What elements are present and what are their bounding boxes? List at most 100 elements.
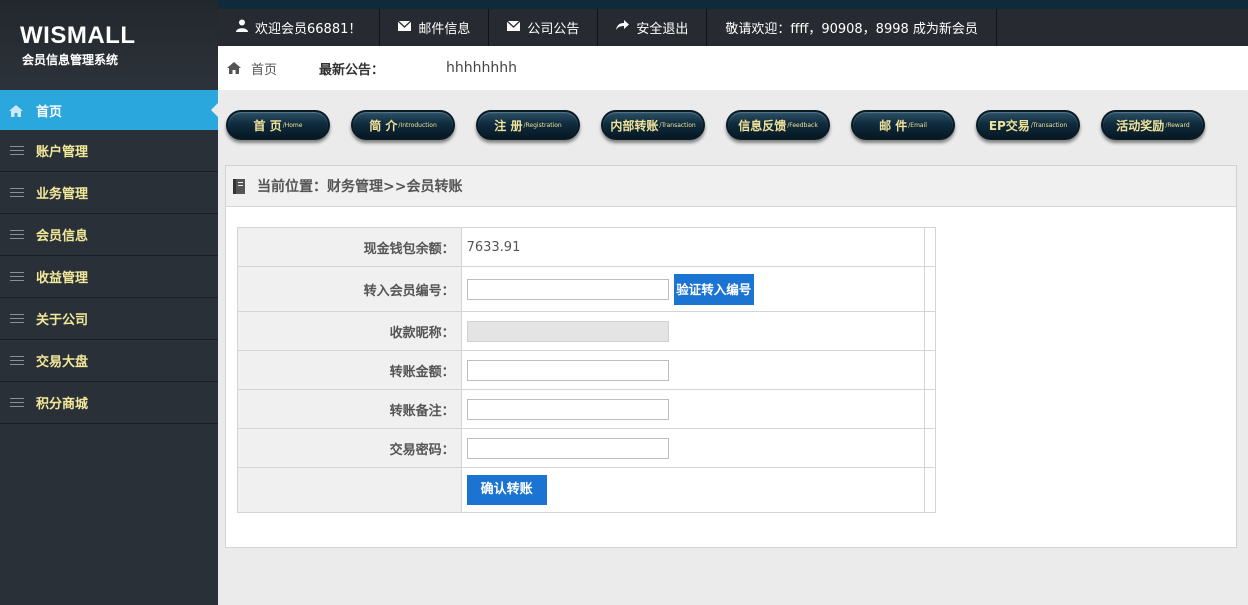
nav-button-label: 活动奖励: [1116, 118, 1165, 133]
sidebar: WISMALL 会员信息管理系统 首页 账户管理 业务管理 会员信息 收益管理 …: [0, 0, 218, 605]
sidebar-item-points-mall[interactable]: 积分商城: [0, 382, 218, 424]
sidebar-item-business[interactable]: 业务管理: [0, 172, 218, 214]
nav-register-button[interactable]: 注 册/Registration: [476, 110, 580, 140]
envelope-icon: [506, 20, 521, 35]
nav-button-label: 简 介: [369, 118, 398, 133]
nav-button-label: EP交易: [988, 118, 1030, 133]
envelope-icon: [397, 20, 412, 35]
sidebar-item-label: 交易大盘: [36, 355, 89, 370]
sidebar-item-market[interactable]: 交易大盘: [0, 340, 218, 382]
transfer-panel: 当前位置：财务管理>>会员转账 现金钱包余额： 7633.91 转入会员编号： …: [225, 165, 1237, 548]
logo-title: WISMALL: [20, 22, 136, 49]
form-row-submit: 确认转账: [237, 467, 936, 513]
nav-ep-trade-button[interactable]: EP交易/Transaction: [976, 110, 1080, 140]
mail-label: 邮件信息: [418, 22, 471, 37]
logout-label: 安全退出: [636, 22, 689, 37]
amount-input[interactable]: [466, 359, 669, 381]
balance-label: 现金钱包余额：: [237, 227, 462, 267]
nav-feedback-button[interactable]: 信息反馈/Feedback: [726, 110, 830, 140]
form-row-target: 转入会员编号： 验证转入编号: [237, 266, 936, 312]
menu-lines-icon: [8, 145, 26, 157]
balance-value: 7633.91: [460, 227, 926, 267]
nav-transfer-button[interactable]: 内部转账/Transaction: [601, 110, 705, 140]
panel-header: 当前位置：财务管理>>会员转账: [226, 166, 1236, 207]
welcome-text: 欢迎会员66881！: [255, 22, 362, 37]
logo: WISMALL 会员信息管理系统: [0, 0, 218, 90]
sidebar-menu: 首页 账户管理 业务管理 会员信息 收益管理 关于公司 交易大盘 积分商城: [0, 90, 218, 424]
nav-button-sub: /Introduction: [398, 121, 437, 129]
menu-lines-icon: [8, 313, 26, 325]
home-icon: [8, 104, 26, 117]
target-member-input[interactable]: [466, 278, 669, 300]
logout-link[interactable]: 安全退出: [598, 9, 708, 46]
new-members-text: 敬请欢迎：ffff，90908，8998 成为新会员: [707, 9, 997, 46]
notice-label: 公司公告: [527, 22, 580, 37]
menu-lines-icon: [8, 187, 26, 199]
logo-subtitle: 会员信息管理系统: [22, 53, 119, 67]
nickname-label: 收款昵称：: [237, 311, 462, 351]
target-member-label: 转入会员编号：: [237, 266, 462, 312]
welcome-member-link[interactable]: 欢迎会员66881！: [218, 9, 381, 46]
trade-password-input[interactable]: [466, 437, 669, 459]
sidebar-item-earnings[interactable]: 收益管理: [0, 256, 218, 298]
nav-button-label: 注 册: [494, 118, 523, 133]
form-row-amount: 转账金额：: [237, 350, 936, 390]
nav-button-label: 信息反馈: [738, 118, 787, 133]
nav-button-label: 内部转账: [610, 118, 659, 133]
sidebar-item-home[interactable]: 首页: [0, 90, 218, 130]
transfer-form: 现金钱包余额： 7633.91 转入会员编号： 验证转入编号 收款昵称： 转账金…: [237, 227, 936, 513]
sidebar-item-label: 账户管理: [36, 145, 89, 160]
trade-password-label: 交易密码：: [237, 428, 462, 468]
menu-lines-icon: [8, 271, 26, 283]
sidebar-item-member-info[interactable]: 会员信息: [0, 214, 218, 256]
sidebar-item-label: 关于公司: [36, 313, 89, 328]
quick-nav: 首 页/Home 简 介/Introduction 注 册/Registrati…: [226, 110, 1226, 140]
nav-button-label: 首 页: [253, 118, 282, 133]
remark-input[interactable]: [466, 398, 669, 420]
menu-lines-icon: [8, 397, 26, 409]
book-icon: [233, 178, 245, 194]
amount-label: 转账金额：: [237, 350, 462, 390]
menu-lines-icon: [8, 355, 26, 367]
form-row-balance: 现金钱包余额： 7633.91: [237, 227, 936, 267]
nav-reward-button[interactable]: 活动奖励/Reward: [1101, 110, 1205, 140]
nav-button-sub: /Reward: [1165, 121, 1190, 129]
form-row-remark: 转账备注：: [237, 389, 936, 429]
nav-email-button[interactable]: 邮 件/Email: [851, 110, 955, 140]
nav-button-sub: /Home: [282, 121, 303, 129]
breadcrumb-home-label: 首页: [251, 62, 278, 78]
verify-member-button[interactable]: 验证转入编号: [673, 273, 754, 305]
form-row-password: 交易密码：: [237, 428, 936, 468]
nav-home-button[interactable]: 首 页/Home: [226, 110, 330, 140]
share-arrow-icon: [616, 20, 630, 35]
sidebar-item-label: 积分商城: [36, 397, 89, 412]
nav-button-sub: /Transaction: [1030, 121, 1068, 129]
breadcrumb-home[interactable]: 首页: [226, 59, 277, 78]
latest-notice-text[interactable]: hhhhhhhh: [446, 60, 517, 76]
mail-link[interactable]: 邮件信息: [380, 9, 490, 46]
nickname-input: [466, 320, 669, 342]
nav-button-sub: /Email: [908, 121, 927, 129]
top-bar: 欢迎会员66881！ 邮件信息 公司公告 安全退出 敬请欢迎：ffff，9090…: [218, 0, 1248, 46]
form-row-nickname: 收款昵称：: [237, 311, 936, 351]
home-icon: [227, 62, 241, 74]
notice-link[interactable]: 公司公告: [489, 9, 599, 46]
nav-button-sub: /Registration: [523, 121, 562, 129]
nav-button-label: 邮 件: [879, 118, 908, 133]
sidebar-item-label: 业务管理: [36, 187, 89, 202]
nav-intro-button[interactable]: 简 介/Introduction: [351, 110, 455, 140]
nav-button-sub: /Feedback: [787, 121, 818, 129]
sidebar-item-label: 会员信息: [36, 229, 89, 244]
sidebar-item-about[interactable]: 关于公司: [0, 298, 218, 340]
breadcrumb-bar: 首页 最新公告： hhhhhhhh: [218, 46, 1248, 90]
latest-notice-label: 最新公告：: [319, 62, 385, 78]
remark-label: 转账备注：: [237, 389, 462, 429]
menu-lines-icon: [8, 229, 26, 241]
sidebar-item-account[interactable]: 账户管理: [0, 130, 218, 172]
sidebar-item-label: 首页: [36, 104, 63, 120]
page-title: 当前位置：财务管理>>会员转账: [257, 179, 463, 195]
nav-button-sub: /Transaction: [659, 121, 696, 129]
user-icon: [236, 19, 248, 36]
confirm-transfer-button[interactable]: 确认转账: [466, 475, 547, 505]
sidebar-item-label: 收益管理: [36, 271, 89, 286]
